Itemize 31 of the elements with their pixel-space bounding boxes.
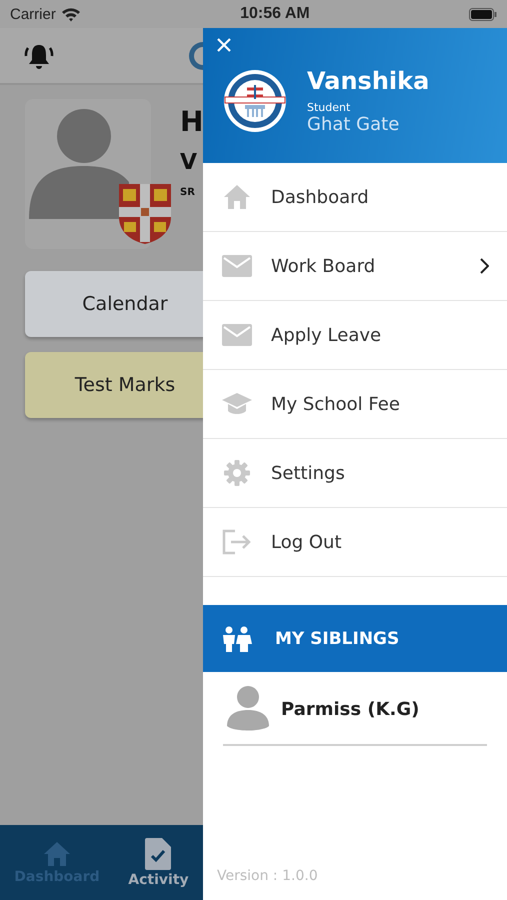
greeting-text: H [180, 105, 203, 138]
student-name: V [180, 150, 198, 175]
children-icon [221, 626, 253, 652]
document-check-icon [145, 838, 172, 870]
school-logo [223, 68, 287, 132]
siblings-title: MY SIBLINGS [275, 628, 400, 648]
branch-name: Ghat Gate [307, 114, 400, 134]
home-icon [223, 184, 251, 210]
home-icon [42, 840, 71, 866]
user-role: Student [307, 100, 352, 114]
menu-tile-button[interactable]: Calendar [25, 271, 203, 337]
avatar-icon [29, 109, 129, 219]
close-icon [217, 38, 231, 52]
wifi-icon [60, 6, 81, 22]
logout-icon [222, 529, 252, 555]
envelope-icon [222, 255, 252, 277]
status-time: 10:56 AM [240, 5, 310, 23]
user-name: Vanshika [307, 66, 430, 94]
carrier-label: Carrier [10, 6, 56, 22]
crest-icon [118, 183, 172, 245]
school-name: SR [180, 187, 196, 198]
envelope-icon [222, 324, 252, 346]
version-text: Version : 1.0.0 [216, 868, 319, 886]
sibling-item[interactable]: Parmiss (K.G) [223, 686, 487, 746]
graduation-cap-icon [221, 392, 253, 416]
close-button[interactable] [215, 36, 233, 54]
battery-icon [469, 8, 497, 20]
tab-item[interactable]: Activity [128, 838, 189, 888]
menu-tile-button[interactable]: Test Marks [25, 352, 203, 418]
gear-icon [223, 459, 251, 487]
avatar-icon [227, 686, 269, 732]
